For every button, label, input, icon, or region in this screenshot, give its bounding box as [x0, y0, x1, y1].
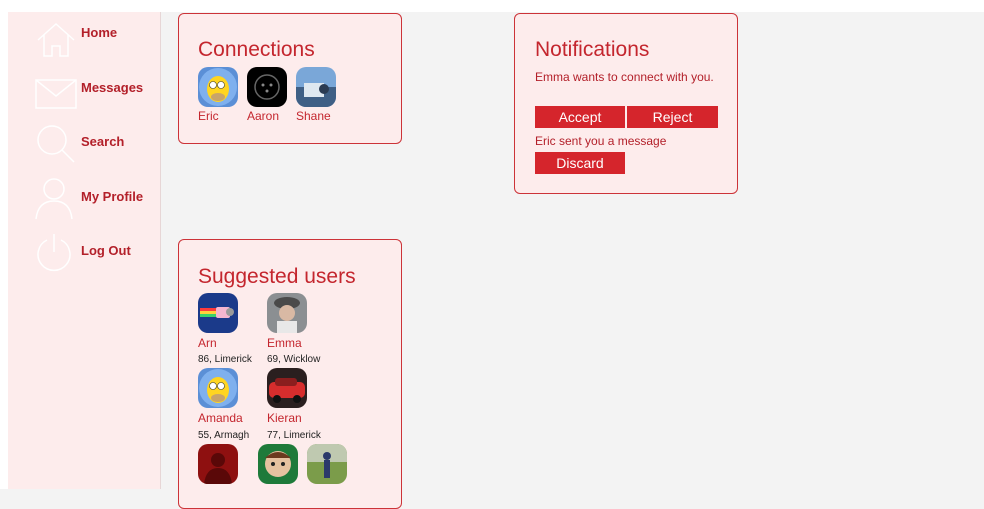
suggested-users-card: Suggested users Arn Emma 86, Limerick 69… [178, 239, 402, 509]
sidebar-item-label: Log Out [81, 243, 131, 258]
sidebar-item-label: Messages [81, 80, 144, 95]
suggested-user-name[interactable]: Amanda [198, 411, 243, 425]
homer-avatar-icon [198, 368, 238, 408]
notifications-card: Notifications Emma wants to connect with… [514, 13, 738, 194]
connection-avatar[interactable] [296, 67, 336, 107]
sidebar-item-home[interactable]: Home [8, 20, 160, 70]
scene-avatar-icon [296, 67, 336, 107]
suggested-user-avatar[interactable] [267, 293, 307, 333]
sidebar-item-search[interactable]: Search [8, 122, 160, 172]
suggested-user-name[interactable]: Arn [198, 336, 217, 350]
discard-button[interactable]: Discard [535, 152, 625, 174]
notification-text: Eric sent you a message [535, 134, 667, 148]
connection-avatar[interactable] [198, 67, 238, 107]
suggested-user-meta: 86, Limerick [198, 354, 252, 365]
connection-name[interactable]: Aaron [247, 109, 279, 123]
sidebar: Home Messages Search My Profile Log Out [8, 12, 161, 489]
outdoor-avatar-icon [307, 444, 347, 484]
top-bar [0, 0, 984, 12]
notification-text: Emma wants to connect with you. [535, 70, 714, 84]
home-icon [37, 22, 75, 57]
connections-title: Connections [198, 38, 315, 61]
suggested-user-avatar[interactable] [198, 444, 238, 484]
reject-button[interactable]: Reject [627, 106, 718, 128]
nyan-avatar-icon [198, 293, 238, 333]
left-margin [0, 0, 8, 489]
car-avatar-icon [267, 368, 307, 408]
connection-name[interactable]: Eric [198, 109, 219, 123]
suggested-user-name[interactable]: Emma [267, 336, 302, 350]
suggested-users-title: Suggested users [198, 265, 356, 288]
suggested-user-avatar[interactable] [267, 368, 307, 408]
suggested-user-meta: 77, Limerick [267, 430, 321, 441]
connection-name[interactable]: Shane [296, 109, 331, 123]
suggested-user-meta: 55, Armagh [198, 430, 250, 441]
suggested-user-name[interactable]: Kieran [267, 411, 302, 425]
portrait-avatar-icon [267, 293, 307, 333]
suggested-user-avatar[interactable] [198, 293, 238, 333]
sidebar-item-log-out[interactable]: Log Out [8, 232, 160, 282]
power-icon [37, 234, 71, 272]
sidebar-item-label: My Profile [81, 189, 144, 204]
suggested-user-meta: 69, Wicklow [267, 354, 321, 365]
sidebar-item-my-profile[interactable]: My Profile [8, 177, 160, 227]
sidebar-item-label: Home [81, 25, 118, 40]
suggested-user-avatar[interactable] [258, 444, 298, 484]
cartoon-avatar-icon [258, 444, 298, 484]
suggested-user-avatar[interactable] [198, 368, 238, 408]
notifications-title: Notifications [535, 38, 650, 61]
homer-avatar-icon [198, 67, 238, 107]
dark-avatar-icon [247, 67, 287, 107]
silhouette-avatar-icon [198, 444, 238, 484]
search-icon [37, 125, 75, 163]
sidebar-item-messages[interactable]: Messages [8, 74, 160, 124]
envelope-icon [35, 79, 77, 109]
sidebar-item-label: Search [81, 134, 125, 149]
user-icon [35, 178, 73, 220]
connections-card: Connections Eric Aaron Shane [178, 13, 402, 144]
connection-avatar[interactable] [247, 67, 287, 107]
accept-button[interactable]: Accept [535, 106, 625, 128]
suggested-user-avatar[interactable] [307, 444, 347, 484]
